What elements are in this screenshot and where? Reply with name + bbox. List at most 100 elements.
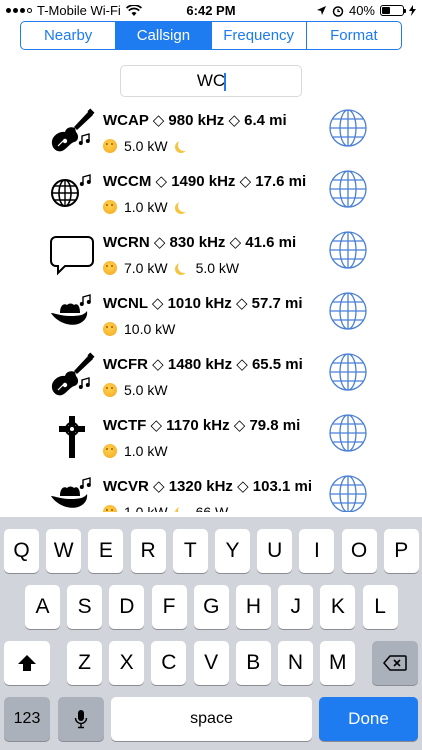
shift-arrow-icon	[18, 655, 36, 671]
key-v[interactable]: V	[193, 641, 229, 685]
station-power: 5.0 kW	[103, 138, 196, 154]
key-k[interactable]: K	[320, 585, 356, 629]
cross-icon	[48, 413, 96, 461]
battery-percent: 40%	[348, 3, 375, 18]
segment-format[interactable]: Format	[305, 22, 401, 49]
alarm-icon	[332, 5, 344, 17]
segment-nearby[interactable]: Nearby	[21, 22, 115, 49]
key-q[interactable]: Q	[4, 529, 39, 573]
station-title: WCVR ◇ 1320 kHz ◇ 103.1 mi	[103, 478, 312, 495]
station-row[interactable]: WCAP ◇ 980 kHz ◇ 6.4 mi 5.0 kW	[0, 100, 422, 161]
nighttime-moon-icon	[176, 139, 190, 153]
key-c[interactable]: C	[151, 641, 187, 685]
station-row[interactable]: WCCM ◇ 1490 kHz ◇ 17.6 mi 1.0 kW	[0, 161, 422, 222]
key-t[interactable]: T	[172, 529, 208, 573]
key-l[interactable]: L	[362, 585, 398, 629]
station-website-globe-icon[interactable]	[328, 474, 368, 512]
day-power-value: 5.0 kW	[124, 382, 168, 398]
daytime-sun-icon	[103, 322, 117, 336]
cowboy-hat-icon	[48, 474, 96, 512]
key-w[interactable]: W	[46, 529, 82, 573]
keyboard: Q W E R T Y U I O P A S D F G H J K L Z X C V B N M 123 space Done	[0, 517, 422, 750]
key-g[interactable]: G	[193, 585, 229, 629]
station-website-globe-icon[interactable]	[328, 291, 368, 331]
key-u[interactable]: U	[257, 529, 293, 573]
search-input[interactable]	[121, 66, 301, 96]
done-key[interactable]: Done	[319, 697, 418, 741]
key-i[interactable]: I	[299, 529, 335, 573]
segment-frequency[interactable]: Frequency	[210, 22, 306, 49]
station-website-globe-icon[interactable]	[328, 352, 368, 392]
status-right: 40%	[316, 3, 416, 18]
guitar-icon	[48, 108, 96, 156]
key-y[interactable]: Y	[215, 529, 250, 573]
guitar-icon	[48, 352, 96, 400]
station-row[interactable]: WCNL ◇ 1010 kHz ◇ 57.7 mi 10.0 kW	[0, 283, 422, 344]
daytime-sun-icon	[103, 383, 117, 397]
key-a[interactable]: A	[25, 585, 60, 629]
station-website-globe-icon[interactable]	[328, 413, 368, 453]
station-website-globe-icon[interactable]	[328, 169, 368, 209]
station-row[interactable]: WCFR ◇ 1480 kHz ◇ 65.5 mi 5.0 kW	[0, 344, 422, 405]
segment-callsign[interactable]: Callsign	[115, 22, 211, 49]
night-power-value: 66 W	[195, 504, 229, 512]
station-row[interactable]: WCRN ◇ 830 kHz ◇ 41.6 mi 7.0 kW 5.0 kW	[0, 222, 422, 283]
station-title: WCFR ◇ 1480 kHz ◇ 65.5 mi	[103, 356, 303, 373]
key-j[interactable]: J	[278, 585, 314, 629]
station-title: WCTF ◇ 1170 kHz ◇ 79.8 mi	[103, 417, 301, 434]
station-power: 1.0 kW	[103, 443, 168, 459]
nighttime-moon-icon	[176, 261, 190, 275]
day-power-value: 1.0 kW	[124, 443, 168, 459]
station-title: WCRN ◇ 830 kHz ◇ 41.6 mi	[103, 234, 297, 251]
key-r[interactable]: R	[130, 529, 166, 573]
key-x[interactable]: X	[109, 641, 145, 685]
world-music-icon	[48, 169, 96, 217]
station-title: WCCM ◇ 1490 kHz ◇ 17.6 mi	[103, 173, 307, 190]
station-title: WCAP ◇ 980 kHz ◇ 6.4 mi	[103, 112, 287, 129]
station-website-globe-icon[interactable]	[328, 230, 368, 270]
key-b[interactable]: B	[235, 641, 271, 685]
talk-bubble-icon	[48, 230, 96, 278]
station-row[interactable]: WCVR ◇ 1320 kHz ◇ 103.1 mi 1.0 kW 66 W	[0, 466, 422, 512]
daytime-sun-icon	[103, 261, 117, 275]
text-cursor	[224, 73, 226, 91]
status-bar: T-Mobile Wi-Fi 6:42 PM 40%	[0, 0, 422, 20]
charging-bolt-icon	[409, 5, 416, 16]
key-p[interactable]: P	[383, 529, 419, 573]
microphone-icon	[74, 710, 88, 729]
location-arrow-icon	[316, 6, 326, 15]
key-s[interactable]: S	[67, 585, 103, 629]
battery-icon	[380, 5, 406, 16]
station-power: 10.0 kW	[103, 321, 175, 337]
day-power-value: 7.0 kW	[124, 260, 168, 276]
backspace-key[interactable]	[372, 641, 418, 685]
nighttime-moon-icon	[176, 505, 190, 512]
key-z[interactable]: Z	[67, 641, 102, 685]
cowboy-hat-icon	[48, 291, 96, 339]
numbers-key[interactable]: 123	[4, 697, 50, 741]
station-row[interactable]: WCTF ◇ 1170 kHz ◇ 79.8 mi 1.0 kW	[0, 405, 422, 466]
backspace-icon	[383, 655, 407, 671]
daytime-sun-icon	[103, 505, 117, 512]
search-mode-segmented-control: Nearby Callsign Frequency Format	[20, 21, 402, 50]
station-website-globe-icon[interactable]	[328, 108, 368, 148]
daytime-sun-icon	[103, 139, 117, 153]
key-f[interactable]: F	[151, 585, 187, 629]
daytime-sun-icon	[103, 200, 117, 214]
key-e[interactable]: E	[88, 529, 124, 573]
station-power: 5.0 kW	[103, 382, 168, 398]
callsign-search-field[interactable]	[120, 65, 302, 97]
day-power-value: 1.0 kW	[124, 199, 168, 215]
day-power-value: 10.0 kW	[124, 321, 176, 337]
day-power-value: 1.0 kW	[124, 504, 168, 512]
day-power-value: 5.0 kW	[124, 138, 168, 154]
shift-key[interactable]	[4, 641, 50, 685]
nighttime-moon-icon	[176, 200, 190, 214]
key-h[interactable]: H	[236, 585, 271, 629]
dictation-key[interactable]	[58, 697, 104, 741]
key-d[interactable]: D	[109, 585, 145, 629]
key-o[interactable]: O	[341, 529, 377, 573]
space-key[interactable]: space	[111, 697, 312, 741]
key-m[interactable]: M	[320, 641, 356, 685]
key-n[interactable]: N	[278, 641, 313, 685]
